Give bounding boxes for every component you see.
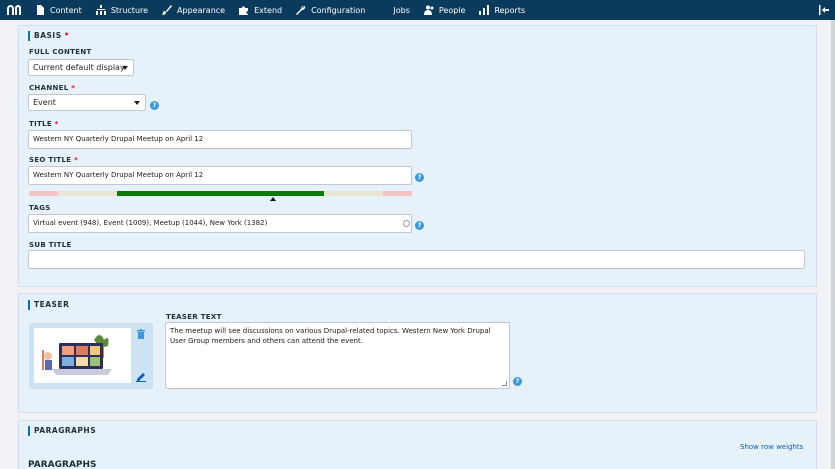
chevron-down-icon [122,66,128,70]
seo-score-segment [323,191,384,196]
chevron-down-icon [134,101,140,105]
sitemap-icon [95,5,106,15]
paintbrush-icon [162,5,173,15]
title-label: TITLE * [29,120,59,128]
teaser-image-widget [29,323,153,389]
delete-icon[interactable] [137,329,145,339]
seo-score-segment [383,191,412,196]
tags-help-icon[interactable]: ? [415,221,424,230]
title-input[interactable]: Western NY Quarterly Drupal Meetup on Ap… [28,130,412,149]
basis-panel [18,25,817,287]
collapse-toolbar-icon[interactable] [819,5,829,15]
sub-title-label: SUB TITLE [29,241,72,249]
seo-title-label: SEO TITLE * [29,156,79,164]
sub-title-input[interactable] [28,250,805,269]
show-row-weights-link[interactable]: Show row weights [740,443,803,451]
toolbar-item-label: Jobs [393,5,410,15]
page-scrollbar[interactable] [831,20,835,469]
drupal-logo-icon[interactable] [7,5,21,15]
seo-title-help-icon[interactable]: ? [415,173,424,182]
paragraphs-subheading: PARAGRAPHS [28,460,97,469]
puzzle-icon [239,6,249,15]
autocomplete-throbber-icon [403,220,410,227]
channel-select[interactable]: Event [28,94,146,111]
people-icon [423,5,434,15]
toolbar-item-structure[interactable]: Structure [95,5,149,15]
tags-input[interactable]: Virtual event (948), Event (1009), Meetu… [28,214,412,233]
teaser-text-value: The meetup will see discussions on vario… [170,327,491,345]
toolbar-item-extend[interactable]: Extend [239,5,282,15]
paragraphs-panel-title: PARAGRAPHS [28,426,96,436]
toolbar-item-configuration[interactable]: Configuration [296,5,365,15]
seo-score-segment [57,191,118,196]
admin-toolbar: Content Structure Appearance Extend Conf… [0,0,835,20]
toolbar-item-label: Content [50,5,82,15]
file-icon [37,5,44,15]
full-content-label: FULL CONTENT [29,48,92,56]
toolbar-item-label: Extend [254,5,283,15]
teaser-image [34,328,131,383]
teaser-text-textarea[interactable]: The meetup will see discussions on vario… [165,322,510,389]
seo-score-marker [270,197,276,201]
toolbar-item-jobs[interactable]: Jobs [393,6,410,15]
teaser-text-label: TEASER TEXT [166,313,222,321]
toolbar-item-reports[interactable]: Reports [479,5,525,15]
tags-label: TAGS [29,204,51,212]
basis-panel-title: BASIS * [28,31,69,41]
toolbar-item-label: Reports [494,5,526,15]
teaser-help-icon[interactable]: ? [513,377,522,386]
resize-handle-icon[interactable] [502,381,507,386]
edit-icon[interactable] [136,372,146,382]
toolbar-item-label: Appearance [177,5,226,15]
toolbar-item-content[interactable]: Content [35,5,82,15]
seo-title-input[interactable]: Western NY Quarterly Drupal Meetup on Ap… [28,166,412,185]
toolbar-item-people[interactable]: People [423,5,466,15]
toolbar-item-label: Configuration [311,5,366,15]
laptop-illustration [34,328,131,383]
paragraphs-panel [18,420,817,469]
bar-chart-icon [479,5,490,15]
channel-label: CHANNEL * [29,84,76,92]
wrench-icon [296,5,306,15]
seo-score-segment [29,191,58,196]
seo-score-bar [29,191,412,196]
toolbar-item-appearance[interactable]: Appearance [162,5,225,15]
full-content-select[interactable]: Current default display [28,59,134,76]
toolbar-item-label: People [438,5,466,15]
seo-score-segment [117,191,324,196]
teaser-panel-title: TEASER [28,300,69,310]
channel-help-icon[interactable]: ? [150,101,159,110]
toolbar-item-label: Structure [110,5,149,15]
